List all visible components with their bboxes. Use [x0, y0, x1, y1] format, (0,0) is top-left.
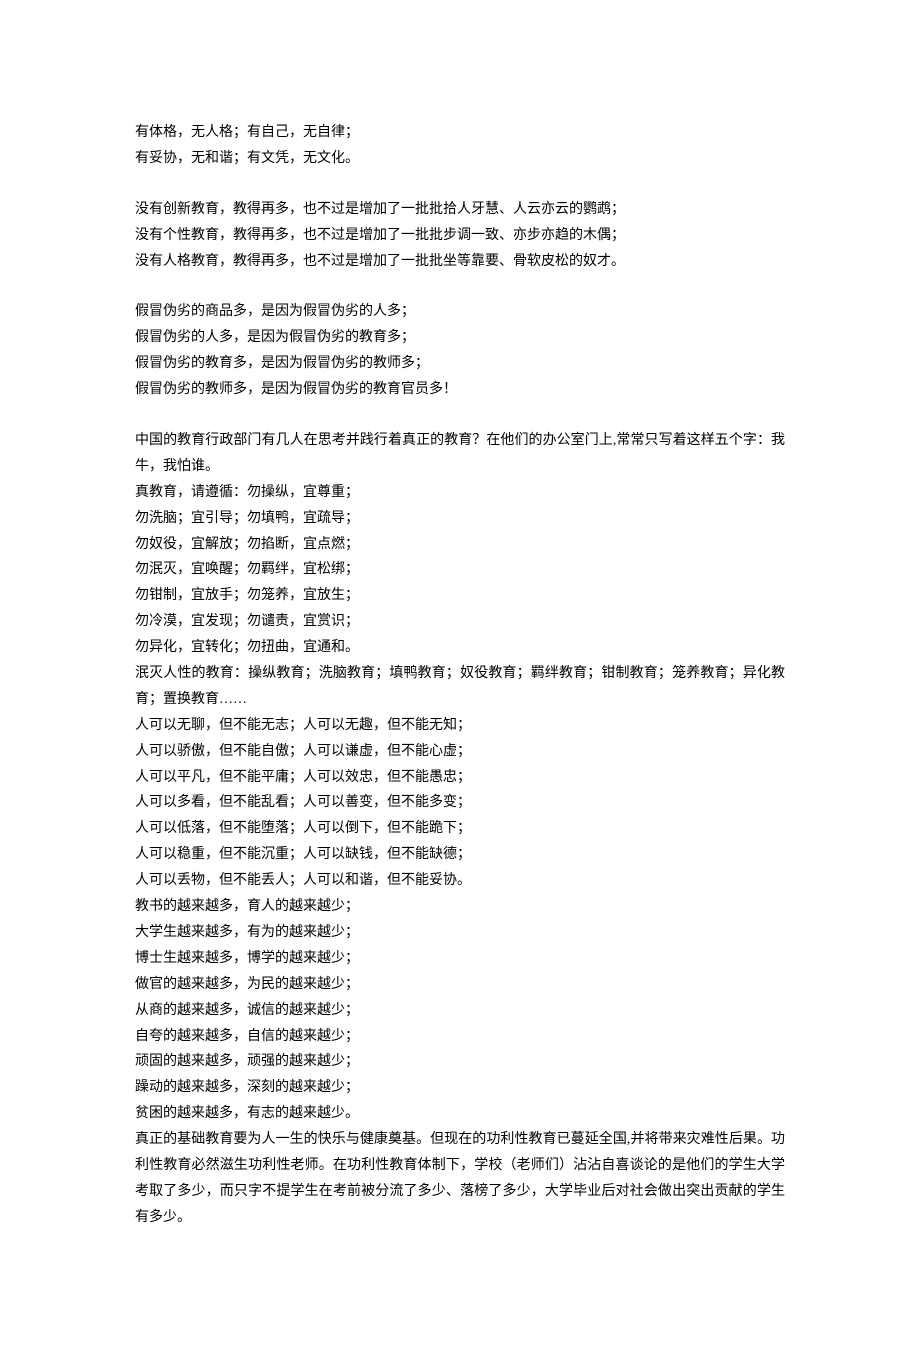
section-1: 有体格，无人格；有自己，无自律； 有妥协，无和谐；有文凭，无文化。 [135, 120, 785, 172]
text-line: 勿洗脑；宜引导；勿填鸭，宜疏导； [135, 506, 785, 532]
text-line: 假冒伪劣的教育多，是因为假冒伪劣的教师多； [135, 351, 785, 377]
section-3: 假冒伪劣的商品多，是因为假冒伪劣的人多； 假冒伪劣的人多，是因为假冒伪劣的教育多… [135, 299, 785, 403]
text-line: 有妥协，无和谐；有文凭，无文化。 [135, 146, 785, 172]
text-line: 真教育，请遵循：勿操纵，宜尊重； [135, 480, 785, 506]
text-line: 躁动的越来越多，深刻的越来越少； [135, 1075, 785, 1101]
text-line: 没有个性教育，教得再多，也不过是增加了一批批步调一致、亦步亦趋的木偶； [135, 223, 785, 249]
text-line: 贫困的越来越多，有志的越来越少。 [135, 1101, 785, 1127]
text-line: 泯灭人性的教育：操纵教育；洗脑教育；填鸭教育；奴役教育；羁绊教育；钳制教育；笼养… [135, 661, 785, 713]
text-line: 勿泯灭，宜唤醒；勿羁绊，宜松绑； [135, 557, 785, 583]
text-line: 人可以稳重，但不能沉重；人可以缺钱，但不能缺德； [135, 842, 785, 868]
section-2: 没有创新教育，教得再多，也不过是增加了一批批拾人牙慧、人云亦云的鹦鹉； 没有个性… [135, 197, 785, 275]
text-line: 假冒伪劣的商品多，是因为假冒伪劣的人多； [135, 299, 785, 325]
text-line: 顽固的越来越多，顽强的越来越少； [135, 1049, 785, 1075]
text-line: 真正的基础教育要为人一生的快乐与健康奠基。但现在的功利性教育已蔓延全国,并将带来… [135, 1127, 785, 1231]
text-line: 假冒伪劣的人多，是因为假冒伪劣的教育多； [135, 325, 785, 351]
text-line: 从商的越来越多，诚信的越来越少； [135, 998, 785, 1024]
text-line: 中国的教育行政部门有几人在思考并践行着真正的教育？在他们的办公室门上,常常只写着… [135, 428, 785, 480]
document-content: 有体格，无人格；有自己，无自律； 有妥协，无和谐；有文凭，无文化。 没有创新教育… [135, 120, 785, 1231]
text-line: 教书的越来越多，育人的越来越少； [135, 894, 785, 920]
text-line: 勿奴役，宜解放；勿掐断，宜点燃； [135, 532, 785, 558]
text-line: 人可以平凡，但不能平庸；人可以效忠，但不能愚忠； [135, 765, 785, 791]
text-line: 自夸的越来越多，自信的越来越少； [135, 1024, 785, 1050]
text-line: 假冒伪劣的教师多，是因为假冒伪劣的教育官员多！ [135, 377, 785, 403]
text-line: 人可以低落，但不能堕落；人可以倒下，但不能跪下； [135, 816, 785, 842]
text-line: 人可以多看，但不能乱看；人可以善变，但不能多变； [135, 790, 785, 816]
text-line: 做官的越来越多，为民的越来越少； [135, 972, 785, 998]
section-4: 中国的教育行政部门有几人在思考并践行着真正的教育？在他们的办公室门上,常常只写着… [135, 428, 785, 1231]
text-line: 没有创新教育，教得再多，也不过是增加了一批批拾人牙慧、人云亦云的鹦鹉； [135, 197, 785, 223]
text-line: 勿钳制，宜放手；勿笼养，宜放生； [135, 583, 785, 609]
text-line: 有体格，无人格；有自己，无自律； [135, 120, 785, 146]
text-line: 勿冷漠，宜发现；勿谴责，宜赏识； [135, 609, 785, 635]
text-line: 大学生越来越多，有为的越来越少； [135, 920, 785, 946]
text-line: 人可以丢物，但不能丢人；人可以和谐，但不能妥协。 [135, 868, 785, 894]
text-line: 人可以骄傲，但不能自傲；人可以谦虚，但不能心虚； [135, 739, 785, 765]
text-line: 人可以无聊，但不能无志；人可以无趣，但不能无知； [135, 713, 785, 739]
text-line: 博士生越来越多，博学的越来越少； [135, 946, 785, 972]
text-line: 勿异化，宜转化；勿扭曲，宜通和。 [135, 635, 785, 661]
text-line: 没有人格教育，教得再多，也不过是增加了一批批坐等靠要、骨软皮松的奴才。 [135, 249, 785, 275]
